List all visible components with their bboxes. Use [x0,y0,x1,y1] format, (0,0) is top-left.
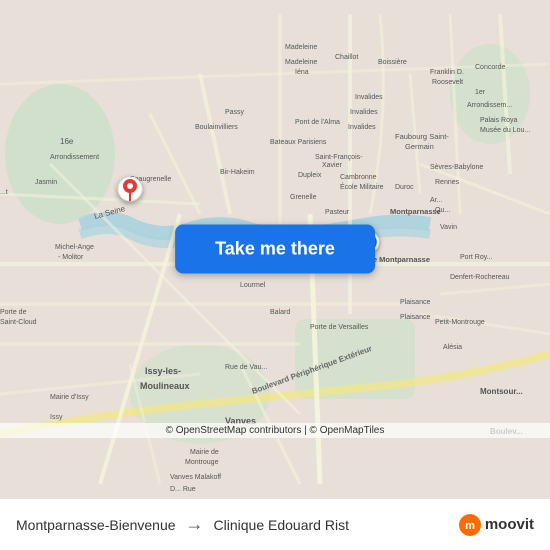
app: La Seine Bir-Hakeim Grenelle Cambronne J… [0,0,550,550]
svg-text:Plaisance: Plaisance [400,299,430,306]
button-overlay: Take me there [175,225,375,274]
svg-text:...t: ...t [0,189,8,196]
svg-text:Qu...: Qu... [435,207,450,214]
svg-text:Michel-Ange: Michel-Ange [55,244,94,251]
svg-text:Vanves Malakoff: Vanves Malakoff [170,474,221,481]
svg-text:Bir-Hakeim: Bir-Hakeim [220,169,255,176]
svg-text:1er: 1er [475,89,486,96]
svg-text:Grenelle: Grenelle [290,194,317,201]
svg-text:Montparnasse: Montparnasse [390,207,441,216]
svg-text:Moulineaux: Moulineaux [140,381,190,391]
svg-text:Roosevelt: Roosevelt [432,79,463,86]
svg-text:Invalides: Invalides [350,109,378,116]
svg-text:Dupleix: Dupleix [298,172,322,179]
arrow-icon: → [186,514,204,535]
svg-text:Saint-François-: Saint-François- [315,154,363,161]
svg-text:Bateaux Parisiens: Bateaux Parisiens [270,139,327,146]
svg-text:Arrondissement: Arrondissement [50,154,99,161]
svg-text:Palais Roya: Palais Roya [480,117,517,124]
moovit-brand-text: moovit [485,516,534,533]
svg-text:Jasmin: Jasmin [35,179,57,186]
moovit-icon: m [459,514,481,536]
svg-text:Lourmel: Lourmel [240,282,266,289]
svg-text:Rue de Vau...: Rue de Vau... [225,364,267,371]
svg-text:Rennes: Rennes [435,179,460,186]
svg-text:Boissière: Boissière [378,59,407,66]
svg-text:D... Rue: D... Rue [170,486,196,493]
svg-text:Mairie de: Mairie de [190,449,219,456]
origin-pin [118,177,142,201]
svg-text:Pasteur: Pasteur [325,209,350,216]
svg-text:Franklin D.: Franklin D. [430,69,464,76]
svg-text:- Molitor: - Molitor [58,254,84,261]
svg-text:Germain: Germain [405,142,434,151]
svg-text:Madeleine: Madeleine [285,44,317,51]
destination-label: Clinique Edouard Rist [214,517,349,533]
svg-text:Porte de: Porte de [0,309,27,316]
svg-text:Chaillot: Chaillot [335,54,358,61]
svg-text:Plaisance: Plaisance [400,314,430,321]
svg-text:Montsour...: Montsour... [480,387,523,396]
svg-text:16e: 16e [60,137,74,146]
route-info: Montparnasse-Bienvenue → Clinique Edouar… [16,514,459,535]
svg-text:Passy: Passy [225,109,245,116]
svg-text:Boulainvilliers: Boulainvilliers [195,124,238,131]
svg-text:Invalides: Invalides [355,94,383,101]
svg-text:Iéna: Iéna [295,69,309,76]
svg-text:Madeleine: Madeleine [285,59,317,66]
svg-text:Port Roy...: Port Roy... [460,254,493,261]
svg-text:Xavier: Xavier [322,162,343,169]
svg-text:Duroc: Duroc [395,184,414,191]
bottom-bar: Montparnasse-Bienvenue → Clinique Edouar… [0,498,550,550]
svg-text:Concorde: Concorde [475,64,505,71]
svg-text:Cambronne: Cambronne [340,174,377,181]
svg-text:Faubourg Saint-: Faubourg Saint- [395,132,449,141]
map-attribution: © OpenStreetMap contributors | © OpenMap… [0,423,550,438]
svg-text:École Militaire: École Militaire [340,182,384,191]
svg-text:Montrouge: Montrouge [185,459,219,466]
svg-text:Vavin: Vavin [440,224,457,231]
take-me-there-button[interactable]: Take me there [175,225,375,274]
svg-text:Mairie d'Issy: Mairie d'Issy [50,394,89,401]
svg-text:Musée du Lou...: Musée du Lou... [480,127,530,134]
moovit-logo: m moovit [459,514,534,536]
svg-text:Issy: Issy [50,414,63,421]
svg-text:Alésia: Alésia [443,344,462,351]
svg-text:Ar...: Ar... [430,197,443,204]
svg-text:m: m [465,520,475,532]
svg-text:Pont de l'Alma: Pont de l'Alma [295,119,340,126]
svg-text:Petit-Montrouge: Petit-Montrouge [435,319,485,326]
svg-text:Saint-Cloud: Saint-Cloud [0,319,37,326]
svg-text:Issy-les-: Issy-les- [145,366,181,376]
origin-label: Montparnasse-Bienvenue [16,517,176,533]
svg-text:Porte de Versailles: Porte de Versailles [310,324,369,331]
svg-text:Denfert-Rochereau: Denfert-Rochereau [450,274,510,281]
svg-text:Balard: Balard [270,309,290,316]
svg-text:Arrondissem...: Arrondissem... [467,102,512,109]
svg-text:Sèvres-Babylone: Sèvres-Babylone [430,164,483,171]
map-container: La Seine Bir-Hakeim Grenelle Cambronne J… [0,0,550,498]
svg-text:Invalides: Invalides [348,124,376,131]
